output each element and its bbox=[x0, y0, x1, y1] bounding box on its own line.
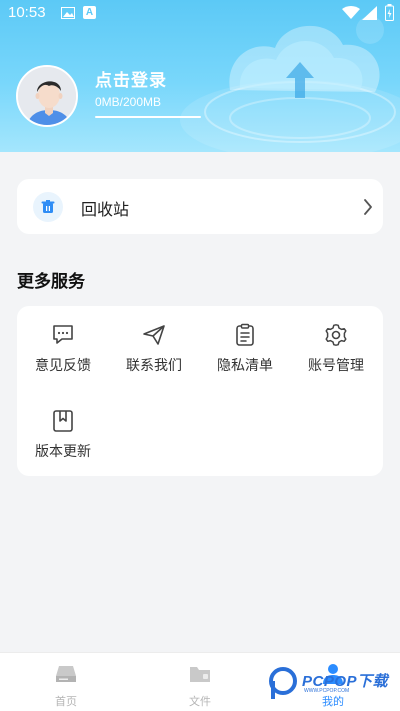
gear-icon bbox=[325, 324, 347, 346]
trash-icon bbox=[33, 192, 63, 222]
clipboard-icon bbox=[236, 323, 254, 346]
storage-usage-bar bbox=[95, 116, 201, 118]
service-feedback[interactable]: 意见反馈 bbox=[18, 306, 108, 374]
wifi-icon bbox=[342, 6, 360, 19]
nav-tab-files[interactable]: 文件 bbox=[160, 653, 240, 711]
watermark: PCPOP下载 WWW.PCPOP.COM bbox=[268, 664, 398, 700]
service-label: 账号管理 bbox=[308, 358, 364, 374]
service-version-update[interactable]: 版本更新 bbox=[18, 392, 108, 460]
service-account-management[interactable]: 账号管理 bbox=[291, 306, 381, 374]
more-services-title: 更多服务 bbox=[17, 272, 85, 292]
status-time: 10:53 bbox=[8, 4, 46, 21]
feedback-icon bbox=[53, 325, 73, 344]
image-notification-icon bbox=[61, 7, 75, 19]
watermark-logo-icon bbox=[269, 667, 297, 699]
storage-usage-text: 0MB/200MB bbox=[95, 95, 162, 109]
status-bar: 10:53 A bbox=[0, 0, 400, 28]
a-notification-icon: A bbox=[83, 6, 96, 19]
service-label: 版本更新 bbox=[35, 444, 91, 460]
folder-icon bbox=[190, 667, 210, 682]
login-link[interactable]: 点击登录 bbox=[95, 66, 167, 91]
chevron-right-icon bbox=[364, 199, 372, 215]
signal-icon bbox=[362, 6, 377, 20]
watermark-subtext: WWW.PCPOP.COM bbox=[304, 688, 350, 694]
recycle-bin-row[interactable]: 回收站 bbox=[17, 179, 383, 234]
services-grid: 意见反馈 联系我们 隐私清单 账号管理 版本更新 bbox=[17, 306, 383, 476]
service-label: 意见反馈 bbox=[35, 358, 91, 374]
service-contact-us[interactable]: 联系我们 bbox=[109, 306, 199, 374]
nav-tab-home[interactable]: 首页 bbox=[26, 653, 106, 711]
service-label: 联系我们 bbox=[126, 358, 182, 374]
nav-label: 文件 bbox=[189, 695, 211, 708]
avatar[interactable] bbox=[16, 65, 78, 127]
recycle-bin-label: 回收站 bbox=[81, 200, 130, 219]
bookmark-icon bbox=[53, 410, 73, 432]
service-label: 隐私清单 bbox=[217, 358, 273, 374]
service-privacy-list[interactable]: 隐私清单 bbox=[200, 306, 290, 374]
profile-header: 10:53 A 点击登录 0MB/200MB bbox=[0, 0, 400, 152]
send-icon bbox=[143, 325, 165, 345]
nav-label: 首页 bbox=[55, 695, 77, 708]
home-drive-icon bbox=[56, 666, 76, 682]
battery-icon bbox=[385, 4, 394, 21]
